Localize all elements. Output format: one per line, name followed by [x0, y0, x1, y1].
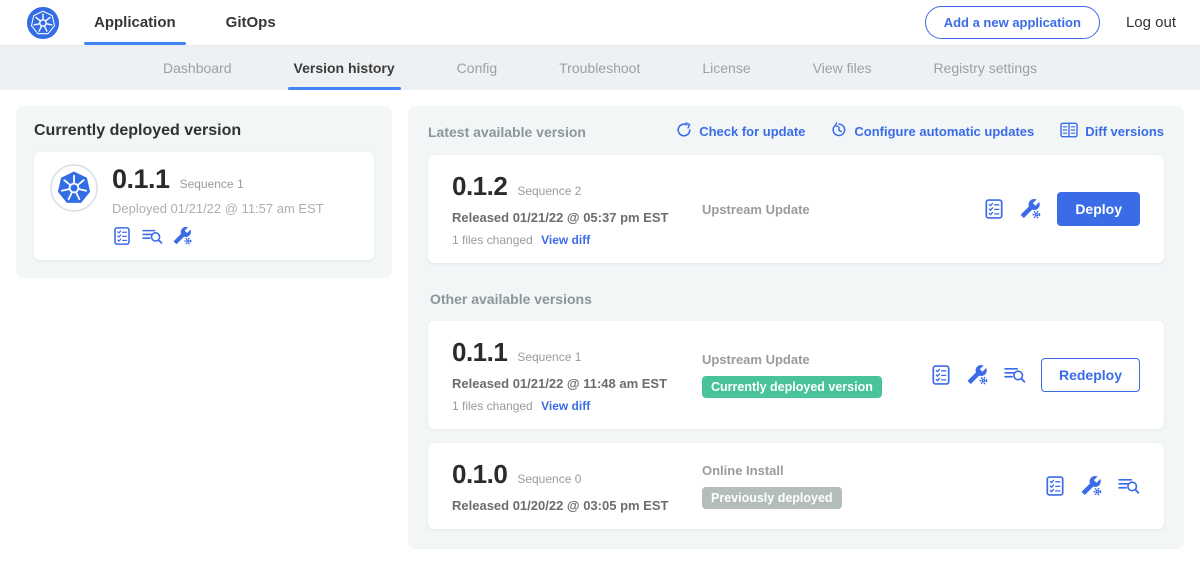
version-source: Online Install: [702, 463, 1034, 478]
version-sequence: Sequence 2: [517, 184, 581, 198]
diff-versions-label: Diff versions: [1085, 124, 1164, 139]
files-changed-text: 1 files changed: [452, 399, 533, 413]
diff-versions-link[interactable]: Diff versions: [1060, 122, 1164, 141]
version-info: 0.1.1 Sequence 1 Released 01/21/22 @ 11:…: [452, 337, 702, 413]
released-timestamp: Released 01/21/22 @ 11:48 am EST: [452, 376, 702, 391]
check-for-update-link[interactable]: Check for update: [676, 122, 805, 141]
version-actions: [1044, 475, 1140, 497]
subtab-license[interactable]: License: [700, 46, 752, 90]
configure-updates-label: Configure automatic updates: [854, 124, 1034, 139]
main-content: Currently deployed version: [0, 90, 1200, 564]
version-actions: Redeploy: [930, 358, 1140, 392]
check-for-update-label: Check for update: [699, 124, 805, 139]
tab-gitops-label: GitOps: [226, 14, 276, 31]
kubernetes-app-icon: [50, 164, 98, 217]
subtab-config[interactable]: Config: [455, 46, 499, 90]
deployed-version-sequence: Sequence 1: [180, 177, 244, 191]
version-sequence: Sequence 0: [517, 472, 581, 486]
diff-icon: [1060, 122, 1078, 141]
currently-deployed-title: Currently deployed version: [34, 122, 374, 140]
release-notes-icon[interactable]: [112, 226, 132, 246]
deployed-version-card: 0.1.1 Sequence 1 Deployed 01/21/22 @ 11:…: [34, 152, 374, 260]
panel-actions: Check for update Configure automatic upd…: [676, 122, 1164, 141]
subtab-registry-settings[interactable]: Registry settings: [932, 46, 1039, 90]
subtab-registry-settings-label: Registry settings: [934, 60, 1037, 76]
version-number: 0.1.1: [452, 337, 507, 368]
currently-deployed-panel: Currently deployed version: [16, 106, 392, 278]
version-card-0-1-2: 0.1.2 Sequence 2 Released 01/21/22 @ 05:…: [428, 155, 1164, 263]
version-card-0-1-0: 0.1.0 Sequence 0 Released 01/20/22 @ 03:…: [428, 443, 1164, 529]
version-number: 0.1.2: [452, 171, 507, 202]
currently-deployed-badge: Currently deployed version: [702, 376, 882, 398]
release-notes-icon[interactable]: [930, 364, 952, 386]
deploy-logs-icon[interactable]: [142, 227, 163, 246]
version-source-block: Online Install Previously deployed: [702, 463, 1044, 509]
version-source-block: Upstream Update: [702, 202, 983, 217]
configure-updates-link[interactable]: Configure automatic updates: [831, 122, 1034, 141]
released-timestamp: Released 01/20/22 @ 03:05 pm EST: [452, 498, 702, 513]
subtab-view-files-label: View files: [813, 60, 872, 76]
config-icon[interactable]: [967, 364, 989, 386]
view-diff-link[interactable]: View diff: [541, 399, 590, 413]
tab-gitops[interactable]: GitOps: [222, 0, 280, 45]
deployed-timestamp: Deployed 01/21/22 @ 11:57 am EST: [112, 201, 324, 216]
logout-link[interactable]: Log out: [1126, 14, 1176, 31]
release-notes-icon[interactable]: [983, 198, 1005, 220]
deploy-button[interactable]: Deploy: [1057, 192, 1140, 226]
top-bar: Application GitOps Add a new application…: [0, 0, 1200, 46]
latest-available-label: Latest available version: [428, 124, 586, 140]
app-sub-nav: Dashboard Version history Config Trouble…: [0, 46, 1200, 90]
version-info: 0.1.2 Sequence 2 Released 01/21/22 @ 05:…: [452, 171, 702, 247]
top-nav: Application GitOps: [90, 0, 322, 45]
schedule-icon: [831, 122, 847, 141]
refresh-icon: [676, 122, 692, 141]
subtab-dashboard-label: Dashboard: [163, 60, 232, 76]
subtab-version-history-label: Version history: [294, 60, 395, 76]
subtab-license-label: License: [702, 60, 750, 76]
subtab-dashboard[interactable]: Dashboard: [161, 46, 234, 90]
version-sequence: Sequence 1: [517, 350, 581, 364]
release-notes-icon[interactable]: [1044, 475, 1066, 497]
config-icon[interactable]: [1081, 475, 1103, 497]
config-icon[interactable]: [173, 226, 193, 246]
subtab-version-history[interactable]: Version history: [292, 46, 397, 90]
config-icon[interactable]: [1020, 198, 1042, 220]
redeploy-button[interactable]: Redeploy: [1041, 358, 1140, 392]
version-card-0-1-1: 0.1.1 Sequence 1 Released 01/21/22 @ 11:…: [428, 321, 1164, 429]
subtab-troubleshoot-label: Troubleshoot: [559, 60, 640, 76]
add-application-button[interactable]: Add a new application: [925, 6, 1100, 39]
version-info: 0.1.0 Sequence 0 Released 01/20/22 @ 03:…: [452, 459, 702, 513]
subtab-view-files[interactable]: View files: [811, 46, 874, 90]
version-source: Upstream Update: [702, 202, 973, 217]
kubernetes-logo-icon: [26, 6, 60, 40]
view-diff-link[interactable]: View diff: [541, 233, 590, 247]
released-timestamp: Released 01/21/22 @ 05:37 pm EST: [452, 210, 702, 225]
subtab-troubleshoot[interactable]: Troubleshoot: [557, 46, 642, 90]
deploy-logs-icon[interactable]: [1118, 476, 1140, 496]
other-versions-label: Other available versions: [430, 291, 1164, 307]
version-source-block: Upstream Update Currently deployed versi…: [702, 352, 930, 398]
previously-deployed-badge: Previously deployed: [702, 487, 842, 509]
subtab-config-label: Config: [457, 60, 497, 76]
deployed-version-number: 0.1.1: [112, 164, 170, 195]
version-number: 0.1.0: [452, 459, 507, 490]
version-actions: Deploy: [983, 192, 1140, 226]
version-source: Upstream Update: [702, 352, 920, 367]
tab-application[interactable]: Application: [90, 0, 180, 45]
available-versions-panel: Latest available version Check for updat…: [408, 106, 1184, 549]
deployed-version-info: 0.1.1 Sequence 1 Deployed 01/21/22 @ 11:…: [112, 164, 324, 246]
deploy-logs-icon[interactable]: [1004, 365, 1026, 385]
files-changed-text: 1 files changed: [452, 233, 533, 247]
tab-application-label: Application: [94, 14, 176, 31]
